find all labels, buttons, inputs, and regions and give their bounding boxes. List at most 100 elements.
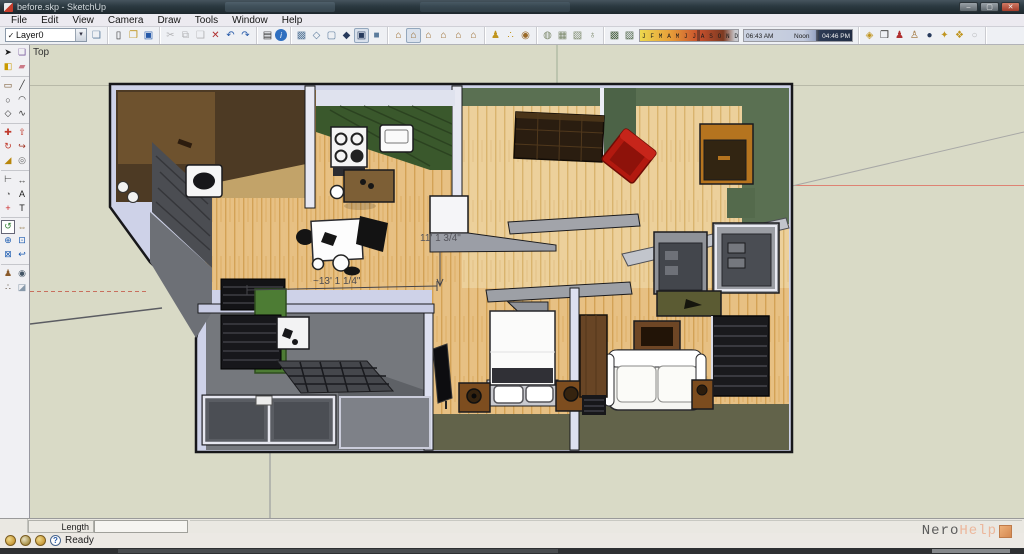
zoom-extents-tool[interactable]: ⊠ bbox=[1, 248, 15, 262]
protractor-tool[interactable]: ◔ bbox=[1, 187, 15, 201]
menu-window[interactable]: Window bbox=[225, 14, 275, 27]
open-file-button[interactable]: ❐ bbox=[126, 28, 141, 43]
shadow-dialog-button[interactable]: ▩ bbox=[607, 28, 622, 43]
polygon-tool[interactable]: ◇ bbox=[1, 107, 15, 121]
shaded-textures-style-button[interactable]: ▣ bbox=[354, 28, 369, 43]
palette-divider bbox=[1, 74, 29, 77]
layer-dropdown[interactable]: ✓ Layer0 ▾ bbox=[5, 28, 87, 42]
maximize-button[interactable]: ▢ bbox=[980, 2, 999, 12]
push-pull-tool[interactable]: ⇧ bbox=[15, 126, 29, 140]
shadow-toggle-button[interactable]: ▨ bbox=[622, 28, 637, 43]
rotate-tool[interactable]: ↻ bbox=[1, 140, 15, 154]
disabled-tool-button[interactable]: ○ bbox=[967, 28, 982, 43]
measurement-input[interactable] bbox=[94, 520, 188, 533]
tape-measure-tool[interactable]: ⊢ bbox=[1, 173, 15, 187]
eraser-tool[interactable]: ▰ bbox=[15, 60, 29, 74]
minimize-button[interactable]: – bbox=[959, 2, 978, 12]
iso-view-button[interactable]: ⌂ bbox=[391, 28, 406, 43]
date-slider-handle[interactable] bbox=[697, 30, 700, 41]
model-viewport[interactable]: 11' 1 3/4" ~13' 1 1/4" bbox=[30, 45, 1024, 518]
toggle-terrain-button[interactable]: ▦ bbox=[555, 28, 570, 43]
shadow-time-slider[interactable]: 06:43 AM Noon 04:46 PM bbox=[743, 29, 853, 42]
time-slider-handle[interactable] bbox=[816, 30, 819, 41]
paint-bucket-tool[interactable]: ◧ bbox=[1, 60, 15, 74]
3d-text-tool[interactable]: T bbox=[15, 201, 29, 215]
person-scale-button[interactable]: ♙ bbox=[907, 28, 922, 43]
gold-tool-b-button[interactable]: ❖ bbox=[952, 28, 967, 43]
walk-tool[interactable]: ∴ bbox=[1, 281, 15, 295]
front-view-button[interactable]: ⌂ bbox=[421, 28, 436, 43]
hidden-line-style-button[interactable]: ▢ bbox=[324, 28, 339, 43]
select-tool[interactable]: ➤ bbox=[1, 46, 15, 60]
left-view-button[interactable]: ⌂ bbox=[466, 28, 481, 43]
sandbox-tool-button[interactable]: ◈ bbox=[862, 28, 877, 43]
help-icon[interactable]: ? bbox=[50, 535, 61, 546]
back-view-button[interactable]: ⌂ bbox=[451, 28, 466, 43]
text-tool[interactable]: A bbox=[15, 187, 29, 201]
offset-tool[interactable]: ◎ bbox=[15, 154, 29, 168]
freehand-tool[interactable]: ∿ bbox=[15, 107, 29, 121]
sign-in-status-icon[interactable] bbox=[35, 535, 46, 546]
follow-me-tool[interactable]: ↪ bbox=[15, 140, 29, 154]
section-plane-tool[interactable]: ◪ bbox=[15, 281, 29, 295]
scale-tool[interactable]: ◢ bbox=[1, 154, 15, 168]
drawing-canvas[interactable]: 11' 1 3/4" ~13' 1 1/4" Top bbox=[30, 45, 1024, 518]
sofa[interactable] bbox=[604, 350, 706, 410]
print-button[interactable]: ▤ bbox=[260, 28, 275, 43]
walk-button[interactable]: ∴ bbox=[503, 28, 518, 43]
arc-tool[interactable]: ◠ bbox=[15, 93, 29, 107]
copy-button[interactable]: ⧉ bbox=[178, 28, 193, 43]
credit-attribution-icon[interactable] bbox=[20, 535, 31, 546]
undo-button[interactable]: ↶ bbox=[223, 28, 238, 43]
closets[interactable] bbox=[654, 223, 779, 294]
menu-tools[interactable]: Tools bbox=[188, 14, 225, 27]
new-file-button[interactable]: ▯ bbox=[111, 28, 126, 43]
menu-edit[interactable]: Edit bbox=[34, 14, 65, 27]
rectangle-tool[interactable]: ▭ bbox=[1, 79, 15, 93]
geolocation-status-icon[interactable] bbox=[5, 535, 16, 546]
menu-view[interactable]: View bbox=[65, 14, 101, 27]
save-file-button[interactable]: ▣ bbox=[141, 28, 156, 43]
shaded-style-button[interactable]: ◆ bbox=[339, 28, 354, 43]
wireframe-style-button[interactable]: ◇ bbox=[309, 28, 324, 43]
model-info-button[interactable]: i bbox=[275, 29, 287, 41]
monochrome-style-button[interactable]: ■ bbox=[369, 28, 384, 43]
move-tool[interactable]: ✚ bbox=[1, 126, 15, 140]
position-camera-tool[interactable]: ♟ bbox=[1, 267, 15, 281]
axes-tool[interactable]: + bbox=[1, 201, 15, 215]
person-figure-button[interactable]: ♟ bbox=[892, 28, 907, 43]
menu-draw[interactable]: Draw bbox=[150, 14, 187, 27]
cut-button[interactable]: ✂ bbox=[163, 28, 178, 43]
menu-camera[interactable]: Camera bbox=[101, 14, 151, 27]
zoom-tool[interactable]: ⊕ bbox=[1, 234, 15, 248]
zoom-window-tool[interactable]: ⊡ bbox=[15, 234, 29, 248]
preview-earth-button[interactable]: ♁ bbox=[585, 28, 600, 43]
top-view-button[interactable]: ⌂ bbox=[406, 28, 421, 43]
pan-tool[interactable]: ⇔ bbox=[15, 220, 29, 234]
layer-manager-button[interactable]: ❏ bbox=[89, 28, 104, 43]
orbit-tool[interactable]: ↺ bbox=[1, 220, 15, 234]
chevron-down-icon[interactable]: ▾ bbox=[75, 29, 86, 41]
globe-button[interactable]: ● bbox=[922, 28, 937, 43]
menu-file[interactable]: File bbox=[4, 14, 34, 27]
circle-tool[interactable]: ○ bbox=[1, 93, 15, 107]
menu-help[interactable]: Help bbox=[275, 14, 310, 27]
redo-button[interactable]: ↷ bbox=[238, 28, 253, 43]
add-location-button[interactable]: ◍ bbox=[540, 28, 555, 43]
photo-textures-button[interactable]: ▧ bbox=[570, 28, 585, 43]
gold-tool-a-button[interactable]: ✦ bbox=[937, 28, 952, 43]
shadow-date-slider[interactable]: J F M A M J J A S O N D bbox=[639, 29, 739, 42]
line-tool[interactable]: ╱ bbox=[15, 79, 29, 93]
dimension-tool[interactable]: ↔ bbox=[15, 173, 29, 187]
paste-button[interactable]: ❑ bbox=[193, 28, 208, 43]
xray-style-button[interactable]: ▩ bbox=[294, 28, 309, 43]
previous-view-tool[interactable]: ↩ bbox=[15, 248, 29, 262]
make-component-tool[interactable]: ❏ bbox=[15, 46, 29, 60]
look-around-tool[interactable]: ◉ bbox=[15, 267, 29, 281]
close-button[interactable]: ✕ bbox=[1001, 2, 1020, 12]
position-camera-button[interactable]: ♟ bbox=[488, 28, 503, 43]
look-around-button[interactable]: ◉ bbox=[518, 28, 533, 43]
right-view-button[interactable]: ⌂ bbox=[436, 28, 451, 43]
erase-button[interactable]: ✕ bbox=[208, 28, 223, 43]
document-tray-button[interactable]: ❒ bbox=[877, 28, 892, 43]
